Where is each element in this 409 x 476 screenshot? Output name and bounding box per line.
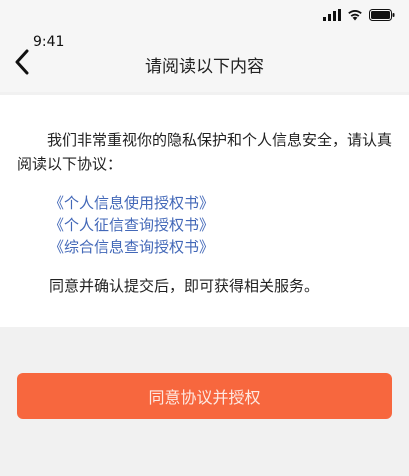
status-time: 9:41 [33,34,65,50]
app-screen: 9:41 请阅读以下内容 我们非常重视你的隐私保护和个人信息安全，请认真阅读以下… [0,0,409,476]
agreement-link-personal-info[interactable]: 《个人信息使用授权书》 [49,192,214,214]
status-icons [323,6,395,25]
status-bar [0,0,409,30]
confirm-note: 同意并确认提交后，即可获得相关服务。 [49,277,320,295]
battery-icon [369,6,395,25]
agree-and-authorize-button[interactable]: 同意协议并授权 [17,373,392,419]
back-button[interactable] [8,44,36,84]
intro-text: 我们非常重视你的隐私保护和个人信息安全，请认真阅读以下协议： [17,131,393,173]
page-title: 请阅读以下内容 [145,57,264,77]
agreement-link-credit-inquiry[interactable]: 《个人征信查询授权书》 [49,214,214,236]
signal-bars-icon [323,6,341,25]
wifi-icon [347,6,363,25]
chevron-left-icon [14,49,30,79]
agreement-list: 《个人信息使用授权书》 《个人征信查询授权书》 《综合信息查询授权书》 [49,192,214,258]
agreement-link-comprehensive-inquiry[interactable]: 《综合信息查询授权书》 [49,236,214,258]
